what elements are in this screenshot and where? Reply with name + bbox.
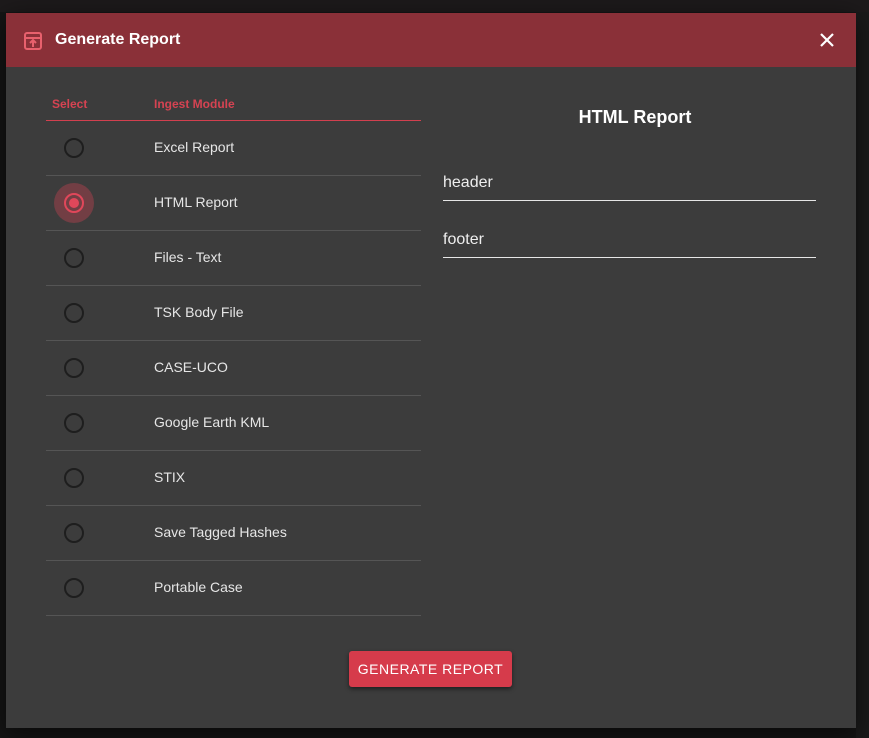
radio-unchecked-icon bbox=[64, 578, 84, 598]
table-row[interactable]: Files - Text bbox=[46, 231, 421, 286]
module-radio-button[interactable] bbox=[54, 293, 94, 333]
radio-checked-icon bbox=[64, 193, 84, 213]
module-label: Files - Text bbox=[154, 249, 222, 265]
radio-unchecked-icon bbox=[64, 523, 84, 543]
table-row[interactable]: CASE-UCO bbox=[46, 341, 421, 396]
module-label: CASE-UCO bbox=[154, 359, 228, 375]
module-radio-button[interactable] bbox=[54, 403, 94, 443]
radio-unchecked-icon bbox=[64, 138, 84, 158]
backdrop-top-strip bbox=[0, 0, 869, 12]
table-row[interactable]: TSK Body File bbox=[46, 286, 421, 341]
header-field[interactable] bbox=[443, 170, 816, 201]
table-row[interactable]: HTML Report bbox=[46, 176, 421, 231]
module-radio-button[interactable] bbox=[54, 238, 94, 278]
footer-field[interactable] bbox=[443, 227, 816, 258]
dialog-title: Generate Report bbox=[55, 31, 181, 48]
table-row[interactable]: Excel Report bbox=[46, 121, 421, 176]
dialog-header: Generate Report bbox=[6, 13, 856, 67]
footer-input[interactable] bbox=[443, 231, 813, 249]
report-options-title: HTML Report bbox=[578, 107, 692, 127]
table-row[interactable]: Portable Case bbox=[46, 561, 421, 616]
backdrop-right-strip bbox=[856, 12, 869, 738]
module-label: Google Earth KML bbox=[154, 414, 270, 430]
header-input[interactable] bbox=[443, 174, 813, 192]
module-label: Excel Report bbox=[154, 139, 235, 155]
report-export-icon bbox=[23, 31, 43, 51]
module-label: Save Tagged Hashes bbox=[154, 524, 287, 540]
table-row[interactable]: STIX bbox=[46, 451, 421, 506]
table-row[interactable]: Save Tagged Hashes bbox=[46, 506, 421, 561]
ingest-module-table: Select Ingest Module Excel Report HTML Re… bbox=[46, 90, 421, 616]
module-radio-button[interactable] bbox=[54, 568, 94, 608]
close-icon[interactable] bbox=[816, 29, 838, 51]
module-radio-button[interactable] bbox=[54, 183, 94, 223]
module-radio-button[interactable] bbox=[54, 348, 94, 388]
module-radio-button[interactable] bbox=[54, 513, 94, 553]
module-label: HTML Report bbox=[154, 194, 238, 210]
column-header-module: Ingest Module bbox=[154, 97, 235, 111]
module-label: STIX bbox=[154, 469, 186, 485]
generate-report-button[interactable]: GENERATE REPORT bbox=[349, 651, 512, 687]
generate-report-dialog: Generate Report Select Ingest Module Exc… bbox=[6, 13, 856, 728]
radio-unchecked-icon bbox=[64, 413, 84, 433]
table-header-row: Select Ingest Module bbox=[46, 90, 421, 121]
radio-unchecked-icon bbox=[64, 303, 84, 323]
column-header-select: Select bbox=[52, 97, 88, 111]
radio-unchecked-icon bbox=[64, 248, 84, 268]
module-label: TSK Body File bbox=[154, 304, 244, 320]
radio-unchecked-icon bbox=[64, 468, 84, 488]
radio-unchecked-icon bbox=[64, 358, 84, 378]
module-radio-button[interactable] bbox=[54, 458, 94, 498]
module-radio-button[interactable] bbox=[54, 128, 94, 168]
module-label: Portable Case bbox=[154, 579, 243, 595]
table-row[interactable]: Google Earth KML bbox=[46, 396, 421, 451]
